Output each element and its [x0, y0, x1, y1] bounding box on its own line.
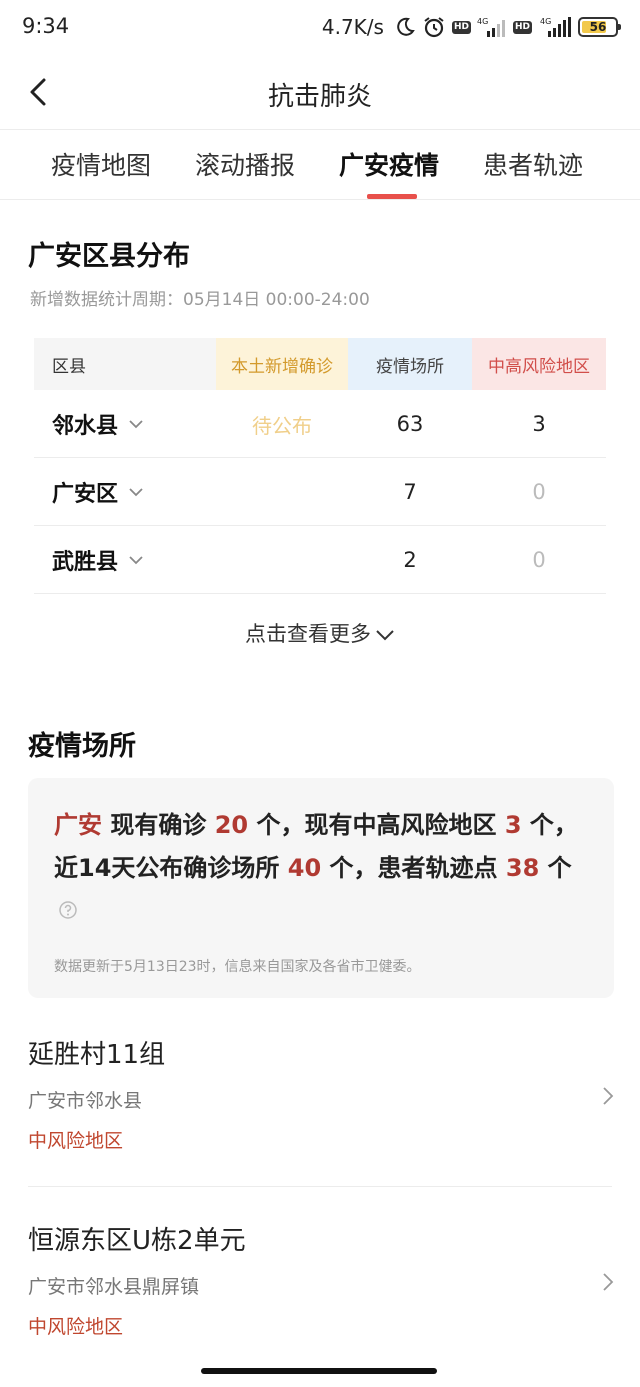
new-local-value: [216, 458, 348, 526]
view-more-button[interactable]: 点击查看更多: [0, 618, 640, 648]
new-local-value: [216, 526, 348, 594]
county-name: 广安区: [52, 482, 119, 507]
table-header: 区县 本土新增确诊 疫情场所 中高风险地区: [34, 338, 606, 390]
chevron-down-icon: [376, 630, 394, 641]
place-name: 延胜村11组: [28, 1040, 166, 1070]
hd-icon: HD: [512, 20, 532, 34]
top-bar: 抗击肺炎: [0, 56, 640, 130]
new-local-value: 待公布: [252, 413, 312, 438]
home-indicator[interactable]: [201, 1368, 437, 1374]
tab-epidemic-map[interactable]: 疫情地图: [51, 146, 151, 182]
divider: [28, 1186, 612, 1187]
alarm-icon: [422, 15, 446, 39]
venues-value: 7: [403, 480, 417, 504]
col-county: 区县: [52, 356, 86, 377]
place-risk-level: 中风险地区: [28, 1130, 124, 1152]
place-address: 广安市邻水县: [28, 1090, 143, 1112]
venues-value: 63: [396, 412, 424, 436]
col-venues: 疫情场所: [348, 338, 472, 390]
city-name: 广安: [54, 811, 102, 839]
active-tab-indicator: [367, 194, 417, 199]
battery-level: 56: [589, 20, 607, 34]
county-name: 武胜县: [52, 550, 119, 575]
county-cell[interactable]: 邻水县: [52, 390, 144, 458]
venues-value: 2: [403, 548, 417, 572]
venue-count: 40: [287, 854, 322, 882]
county-name: 邻水县: [52, 414, 119, 439]
district-table: 区县 本土新增确诊 疫情场所 中高风险地区 邻水县 待公布 63 3 广安区 7…: [34, 338, 606, 594]
list-item[interactable]: 延胜村11组 广安市邻水县 中风险地区: [0, 1034, 640, 1164]
table-row[interactable]: 武胜县 2 0: [34, 526, 606, 594]
summary-text: 广安 现有确诊 20 个，现有中高风险地区 3 个，近14天公布确诊场所 40 …: [54, 804, 594, 934]
list-item[interactable]: 恒源东区U栋2单元 广安市邻水县鼎屏镇 中风险地区: [0, 1220, 640, 1350]
tab-rolling-news[interactable]: 滚动播报: [195, 146, 295, 182]
hd-icon: HD: [451, 20, 471, 34]
svg-text:4G: 4G: [477, 17, 488, 26]
risk-areas-value: 3: [532, 412, 546, 436]
update-note: 数据更新于5月13日23时，信息来自国家及各省市卫健委。: [54, 959, 421, 975]
status-icons: 4.7K/s HD 4G HD 4G 56: [321, 13, 621, 41]
help-icon[interactable]: [58, 891, 78, 934]
place-address: 广安市邻水县鼎屏镇: [28, 1276, 200, 1298]
table-row[interactable]: 邻水县 待公布 63 3: [34, 390, 606, 458]
view-more-label: 点击查看更多: [245, 622, 371, 646]
risk-area-count: 3: [504, 811, 522, 839]
page-title: 抗击肺炎: [267, 82, 372, 112]
tab-bar: 疫情地图 滚动播报 广安疫情 患者轨迹: [0, 130, 640, 200]
chevron-down-icon: [129, 488, 143, 497]
district-section-title: 广安区县分布: [28, 241, 190, 272]
svg-text:4G: 4G: [540, 17, 551, 26]
col-new-local: 本土新增确诊: [216, 338, 348, 390]
col-risk-areas: 中高风险地区: [472, 338, 606, 390]
chevron-right-icon: [603, 1087, 614, 1105]
status-time: 9:34: [22, 14, 70, 38]
risk-areas-value: 0: [532, 480, 546, 504]
moon-icon: [394, 16, 416, 38]
chevron-right-icon: [603, 1273, 614, 1291]
risk-areas-value: 0: [532, 548, 546, 572]
chevron-down-icon: [129, 556, 143, 565]
confirmed-count: 20: [214, 811, 249, 839]
network-speed: 4.7K/s: [321, 15, 384, 39]
summary-card: 广安 现有确诊 20 个，现有中高风险地区 3 个，近14天公布确诊场所 40 …: [28, 778, 614, 998]
place-name: 恒源东区U栋2单元: [28, 1226, 246, 1256]
status-bar: 9:34 4.7K/s HD 4G HD 4G 56: [0, 0, 640, 56]
county-cell[interactable]: 武胜县: [52, 526, 144, 594]
signal-4g-icon: 4G: [477, 16, 507, 38]
place-risk-level: 中风险地区: [28, 1316, 124, 1338]
tab-patient-tracks[interactable]: 患者轨迹: [483, 146, 583, 182]
chevron-down-icon: [129, 420, 143, 429]
track-point-count: 38: [505, 854, 540, 882]
venues-section-title: 疫情场所: [28, 731, 136, 762]
tab-guangan-epidemic[interactable]: 广安疫情: [339, 146, 439, 182]
signal-4g-icon: 4G: [538, 16, 572, 38]
county-cell[interactable]: 广安区: [52, 458, 144, 526]
stats-period: 新增数据统计周期：05月14日 00:00-24:00: [30, 290, 370, 310]
table-row[interactable]: 广安区 7 0: [34, 458, 606, 526]
battery-icon: 56: [578, 17, 621, 37]
